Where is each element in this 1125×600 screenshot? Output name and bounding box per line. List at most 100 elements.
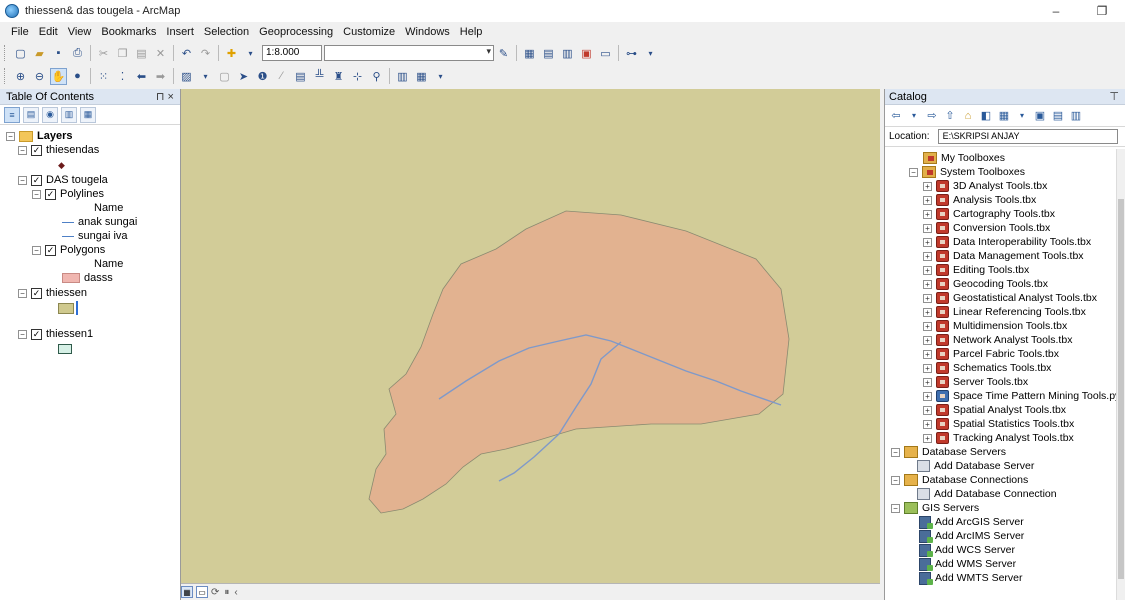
toc-class-anak-sungai[interactable]: anak sungai: [62, 215, 137, 229]
redo-icon[interactable]: ↷: [197, 45, 214, 62]
open-folder-icon[interactable]: ▰: [31, 45, 48, 62]
toolbar-grip[interactable]: [4, 68, 8, 84]
catalog-item-toolbox[interactable]: +3D Analyst Tools.tbx: [923, 179, 1047, 193]
catalog-window-icon[interactable]: ▤: [540, 45, 557, 62]
go-back-icon[interactable]: ⬅: [133, 68, 150, 85]
expand-icon[interactable]: +: [923, 363, 932, 373]
collapse-icon[interactable]: −: [18, 175, 27, 185]
expand-icon[interactable]: +: [923, 293, 932, 303]
catalog-item-toolbox[interactable]: + Multidimension Tools.tbx: [923, 319, 1067, 333]
save-icon[interactable]: ▪: [50, 45, 67, 62]
catalog-item-database-connections[interactable]: − Database Connections: [891, 473, 1028, 487]
catalog-pin-icon[interactable]: ⊤: [1109, 90, 1119, 103]
menu-customize[interactable]: Customize: [338, 26, 400, 38]
catalog-item-toolbox[interactable]: + Parcel Fabric Tools.tbx: [923, 347, 1059, 361]
map-view[interactable]: [181, 89, 880, 583]
catalog-item-toolbox[interactable]: + Tracking Analyst Tools.tbx: [923, 431, 1074, 445]
map-canvas[interactable]: [181, 89, 880, 583]
menu-edit[interactable]: Edit: [34, 26, 63, 38]
expand-icon[interactable]: +: [923, 279, 932, 289]
toggle-contents-icon[interactable]: ▣: [1033, 109, 1047, 123]
menu-geoprocessing[interactable]: Geoprocessing: [254, 26, 338, 38]
cut-icon[interactable]: ✂: [95, 45, 112, 62]
toc-layer-polylines[interactable]: − ✓ Polylines: [32, 187, 104, 201]
layer-visibility-checkbox[interactable]: ✓: [31, 144, 42, 156]
location-input[interactable]: E:\SKRIPSI ANJAY: [937, 129, 1118, 144]
catalog-item-toolbox[interactable]: + Schematics Tools.tbx: [923, 361, 1051, 375]
expand-icon[interactable]: +: [923, 181, 932, 191]
collapse-icon[interactable]: −: [891, 503, 900, 513]
expand-icon[interactable]: +: [923, 349, 932, 359]
collapse-icon[interactable]: −: [32, 245, 41, 255]
time-slider-icon[interactable]: ▥: [394, 68, 411, 85]
expand-icon[interactable]: +: [923, 377, 932, 387]
add-data-dropdown-icon[interactable]: ▾: [242, 45, 259, 62]
expand-icon[interactable]: +: [923, 195, 932, 205]
catalog-item-toolbox[interactable]: + Data Interoperability Tools.tbx: [923, 235, 1091, 249]
menu-view[interactable]: View: [63, 26, 97, 38]
menu-insert[interactable]: Insert: [161, 26, 199, 38]
toc-symbol-point[interactable]: ◆: [58, 158, 65, 172]
views-icon[interactable]: ▦: [997, 109, 1011, 123]
toc-pane-controls[interactable]: ⊓ ×: [156, 90, 174, 103]
toc-symbol-thiessen1[interactable]: [58, 342, 72, 356]
list-by-source-icon[interactable]: ▤: [23, 106, 39, 123]
select-elements-icon[interactable]: ➤: [235, 68, 252, 85]
expand-icon[interactable]: +: [923, 251, 932, 261]
hyperlink-icon[interactable]: ⁄: [273, 68, 290, 85]
catalog-item-add-server[interactable]: Add WMS Server: [919, 557, 1016, 571]
refresh-icon[interactable]: ⟳: [211, 587, 219, 598]
find-route-icon[interactable]: ⊹: [349, 68, 366, 85]
go-forward-icon[interactable]: ➡: [152, 68, 169, 85]
viewer-window-icon[interactable]: ▦: [413, 68, 430, 85]
html-popup-icon[interactable]: ▤: [292, 68, 309, 85]
collapse-icon[interactable]: −: [32, 189, 41, 199]
select-dropdown-icon[interactable]: ▾: [197, 68, 214, 85]
find-icon[interactable]: ♜: [330, 68, 347, 85]
print-icon[interactable]: ⎙: [69, 45, 86, 62]
catalog-item-toolbox[interactable]: + Linear Referencing Tools.tbx: [923, 305, 1086, 319]
search-icon[interactable]: ▥: [1069, 109, 1083, 123]
menu-help[interactable]: Help: [455, 26, 488, 38]
collapse-icon[interactable]: −: [891, 475, 900, 485]
list-by-drawing-order-icon[interactable]: ≡: [4, 106, 20, 123]
arctoolbox-icon[interactable]: ▣: [578, 45, 595, 62]
undo-icon[interactable]: ↶: [178, 45, 195, 62]
expand-icon[interactable]: +: [923, 419, 932, 429]
table-of-contents-icon[interactable]: ▦: [521, 45, 538, 62]
catalog-item-toolbox[interactable]: + Geostatistical Analyst Tools.tbx: [923, 291, 1097, 305]
fixed-zoom-out-icon[interactable]: ⁚: [114, 68, 131, 85]
expand-icon[interactable]: +: [923, 433, 932, 443]
toc-layer-thiessen1[interactable]: − ✓ thiessen1: [18, 327, 93, 341]
layer-combo[interactable]: ▾: [324, 45, 494, 61]
catalog-item-gis-servers[interactable]: − GIS Servers: [891, 501, 979, 515]
toc-options-icon[interactable]: ▦: [80, 106, 96, 123]
toc-class-sungai-iva[interactable]: sungai iva: [62, 229, 128, 243]
up-level-icon[interactable]: ⇧: [943, 109, 957, 123]
connect-folder-icon[interactable]: ◧: [979, 109, 993, 123]
minimize-button[interactable]: –: [1033, 0, 1079, 22]
identify-icon[interactable]: ❶: [254, 68, 271, 85]
catalog-item-database-servers[interactable]: − Database Servers: [891, 445, 1006, 459]
catalog-item-add-server[interactable]: Add ArcGIS Server: [919, 515, 1024, 529]
collapse-icon[interactable]: −: [909, 167, 918, 177]
zoom-out-icon[interactable]: ⊖: [31, 68, 48, 85]
search-window-icon[interactable]: ▥: [559, 45, 576, 62]
collapse-icon[interactable]: −: [18, 329, 27, 339]
layer-visibility-checkbox[interactable]: ✓: [31, 328, 42, 340]
collapse-icon[interactable]: −: [891, 447, 900, 457]
toc-layer-thiessen[interactable]: − ✓ thiessen: [18, 286, 87, 300]
catalog-item-toolbox[interactable]: + Spatial Analyst Tools.tbx: [923, 403, 1066, 417]
catalog-item-add-database-connection[interactable]: Add Database Connection: [917, 487, 1057, 501]
expand-icon[interactable]: +: [923, 391, 932, 401]
pan-icon[interactable]: ✋: [50, 67, 67, 85]
catalog-item-toolbox[interactable]: + Network Analyst Tools.tbx: [923, 333, 1072, 347]
catalog-item-add-server[interactable]: Add ArcIMS Server: [919, 529, 1024, 543]
home-folder-icon[interactable]: ⌂: [961, 109, 975, 123]
catalog-item-python-toolbox[interactable]: + Space Time Pattern Mining Tools.pyt: [923, 389, 1117, 403]
clear-selection-icon[interactable]: ▢: [216, 68, 233, 85]
views-dropdown-icon[interactable]: ▾: [1015, 109, 1029, 123]
toc-layer-thiesendas[interactable]: − ✓ thiesendas: [18, 143, 99, 157]
add-data-icon[interactable]: ✚: [223, 45, 240, 62]
list-by-selection-icon[interactable]: ▥: [61, 106, 77, 123]
